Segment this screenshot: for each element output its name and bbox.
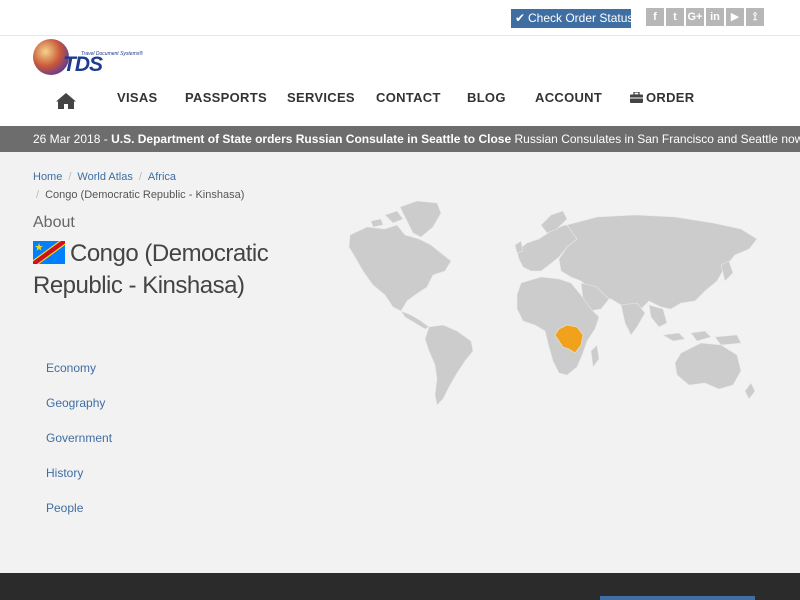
country-name: Congo (Democratic Republic - Kinshasa) bbox=[33, 240, 269, 299]
briefcase-icon bbox=[630, 91, 643, 103]
tds-logo[interactable]: Travel Document Systems® TDS bbox=[33, 39, 143, 79]
world-land bbox=[348, 200, 758, 406]
nav-blog[interactable]: BLOG bbox=[467, 90, 506, 105]
twitter-icon[interactable]: t bbox=[666, 8, 684, 26]
world-map[interactable] bbox=[345, 195, 765, 410]
nav-order-label: ORDER bbox=[646, 90, 695, 105]
country-topics: Economy Geography Government History Peo… bbox=[46, 360, 112, 535]
breadcrumb-current: Congo (Democratic Republic - Kinshasa) bbox=[45, 189, 245, 201]
facebook-icon[interactable]: f bbox=[646, 8, 664, 26]
site-header: Travel Document Systems® TDS VISAS PASSP… bbox=[0, 36, 800, 126]
nav-visas[interactable]: VISAS bbox=[117, 90, 158, 105]
breadcrumb-separator: / bbox=[36, 189, 40, 201]
topic-people[interactable]: People bbox=[46, 500, 112, 535]
linkedin-icon[interactable]: in bbox=[706, 8, 724, 26]
social-links: f t G+ in ▶ ⟟ bbox=[646, 8, 764, 26]
breadcrumb: Home / World Atlas / Africa / Congo (Democrat… bbox=[33, 168, 273, 204]
nav-account[interactable]: ACCOUNT bbox=[535, 90, 602, 105]
ticker-date: 26 Mar 2018 - bbox=[33, 132, 108, 146]
google-plus-icon[interactable]: G+ bbox=[686, 8, 704, 26]
topic-economy[interactable]: Economy bbox=[46, 360, 112, 395]
nav-order[interactable]: ORDER bbox=[630, 90, 694, 105]
breadcrumb-separator: / bbox=[68, 171, 72, 183]
section-label: About bbox=[33, 214, 75, 231]
news-ticker[interactable]: 26 Mar 2018 - U.S. Department of State o… bbox=[0, 126, 800, 152]
top-bar: ✔ Check Order Status f t G+ in ▶ ⟟ bbox=[0, 0, 800, 36]
topic-history[interactable]: History bbox=[46, 465, 112, 500]
drc-flag-icon bbox=[33, 241, 65, 264]
topic-government[interactable]: Government bbox=[46, 430, 112, 465]
youtube-icon[interactable]: ▶ bbox=[726, 8, 744, 26]
check-order-status-button[interactable]: ✔ Check Order Status bbox=[511, 9, 634, 28]
logo-text: TDS bbox=[63, 53, 103, 76]
ticker-summary: Russian Consulates in San Francisco and … bbox=[514, 132, 800, 146]
nav-services[interactable]: SERVICES bbox=[287, 90, 355, 105]
breadcrumb-home[interactable]: Home bbox=[33, 171, 62, 183]
topic-geography[interactable]: Geography bbox=[46, 395, 112, 430]
ticker-headline[interactable]: U.S. Department of State orders Russian … bbox=[111, 132, 511, 146]
site-footer bbox=[0, 573, 800, 600]
rss-icon[interactable]: ⟟ bbox=[746, 8, 764, 26]
checkmark-icon: ✔ bbox=[515, 11, 526, 25]
main-nav: VISAS PASSPORTS SERVICES CONTACT BLOG AC… bbox=[0, 90, 800, 108]
breadcrumb-world-atlas[interactable]: World Atlas bbox=[77, 171, 132, 183]
check-order-status-label: Check Order Status bbox=[528, 11, 634, 25]
nav-contact[interactable]: CONTACT bbox=[376, 90, 441, 105]
breadcrumb-separator: / bbox=[138, 171, 142, 183]
page-title: Congo (Democratic Republic - Kinshasa) bbox=[33, 238, 303, 302]
footer-accent-bar bbox=[600, 596, 755, 600]
breadcrumb-africa[interactable]: Africa bbox=[148, 171, 176, 183]
nav-passports[interactable]: PASSPORTS bbox=[185, 90, 267, 105]
